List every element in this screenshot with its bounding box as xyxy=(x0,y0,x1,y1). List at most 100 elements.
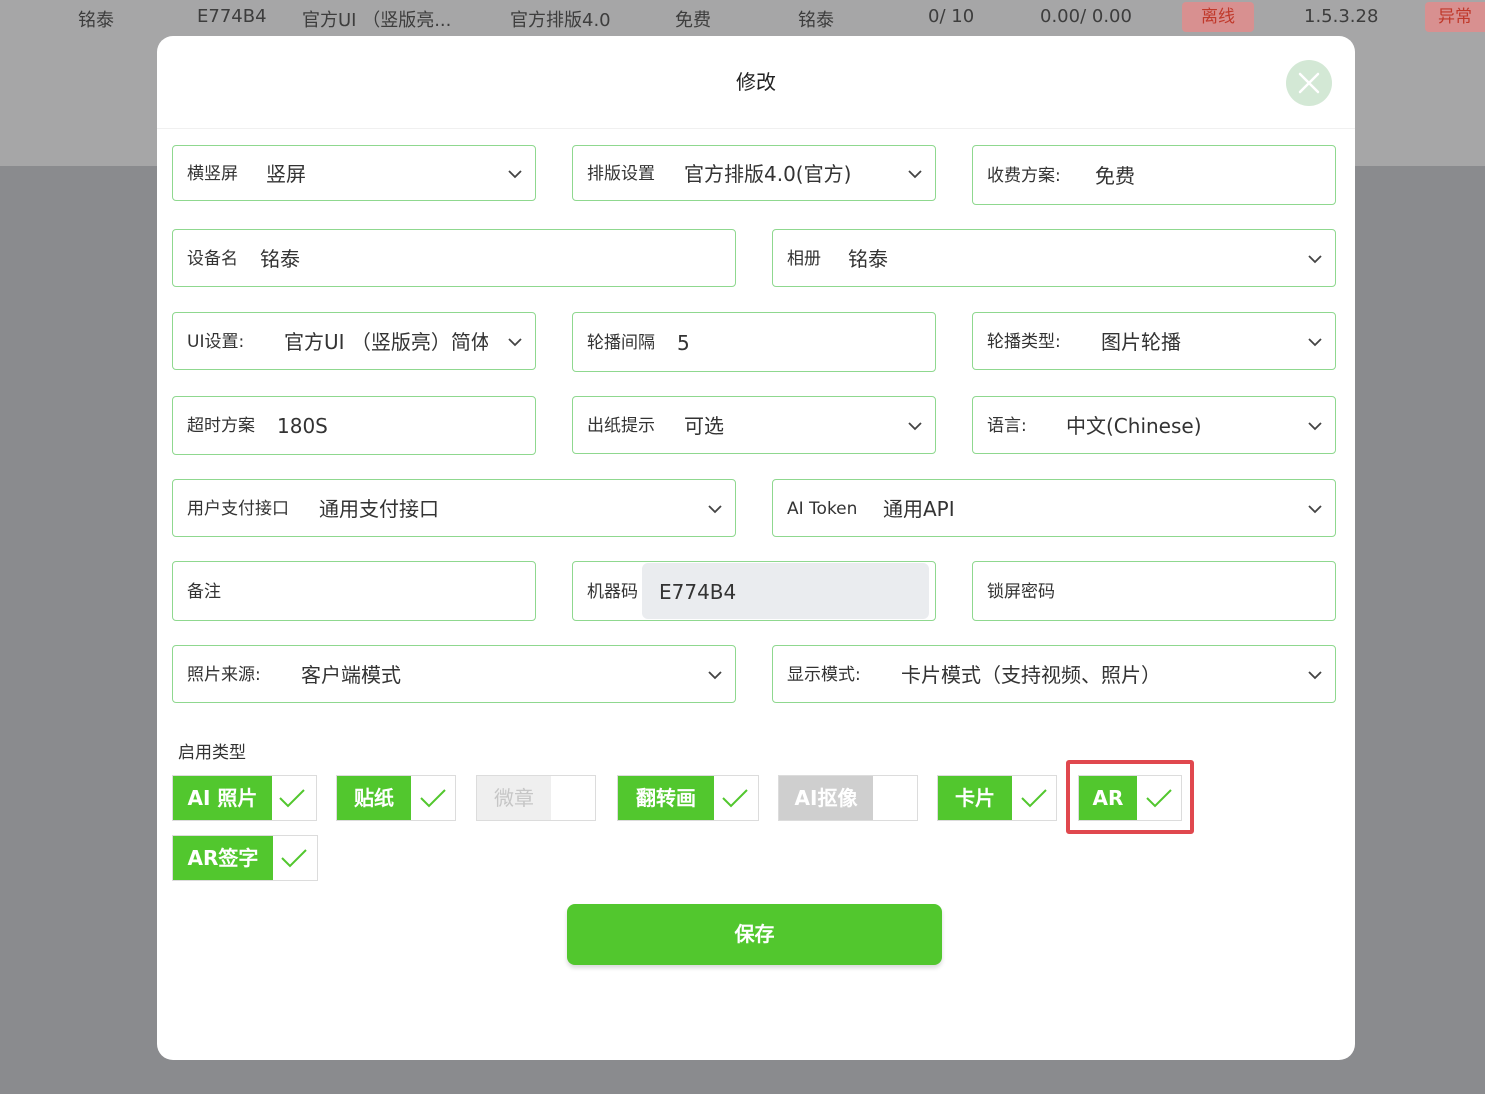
chevron-down-icon xyxy=(1308,255,1322,264)
orientation-select[interactable]: 横竖屏 竖屏 xyxy=(172,145,536,201)
field-label: 锁屏密码 xyxy=(987,582,1055,602)
field-value: 5 xyxy=(677,331,690,355)
chevron-down-icon xyxy=(1308,671,1322,680)
chevron-down-icon xyxy=(1308,422,1322,431)
paper-hint-select[interactable]: 出纸提示 可选 xyxy=(572,396,936,454)
field-value: 通用支付接口 xyxy=(319,497,439,521)
table-cell: 铭泰 xyxy=(78,10,114,31)
type-label: AI抠像 xyxy=(779,776,873,820)
chevron-down-icon xyxy=(1308,338,1322,347)
field-value: 图片轮播 xyxy=(1101,330,1181,354)
field-label: 排版设置 xyxy=(587,164,655,184)
ui-setting-select[interactable]: UI设置: 官方UI （竖版亮）简体 xyxy=(172,312,536,370)
field-value: 铭泰 xyxy=(848,247,888,271)
field-label: AI Token xyxy=(787,499,858,519)
layout-select[interactable]: 排版设置 官方排版4.0(官方) xyxy=(572,145,936,201)
highlight-box xyxy=(1066,760,1194,834)
close-icon xyxy=(1298,72,1320,94)
field-label: 横竖屏 xyxy=(187,164,238,184)
display-mode-select[interactable]: 显示模式: 卡片模式（支持视频、照片） xyxy=(772,645,1336,703)
carousel-type-select[interactable]: 轮播类型: 图片轮播 xyxy=(972,312,1336,370)
field-value: 官方UI （竖版亮）简体 xyxy=(284,330,488,354)
field-value: 铭泰 xyxy=(260,247,300,271)
save-button[interactable]: 保存 xyxy=(567,904,942,965)
field-label: 机器码 xyxy=(587,582,638,602)
field-value: 客户端模式 xyxy=(301,663,401,687)
table-row: 铭泰 E774B4 官方UI （竖版亮... 官方排版4.0 免费 铭泰 0/ … xyxy=(0,0,1485,36)
modal-title: 修改 xyxy=(736,70,776,94)
payment-select[interactable]: 用户支付接口 通用支付接口 xyxy=(172,479,736,537)
check-icon xyxy=(1021,789,1047,808)
field-value: 通用API xyxy=(883,497,955,521)
type-toggle-sticker[interactable]: 贴纸 xyxy=(336,775,456,821)
type-toggle-badge[interactable]: 微章 xyxy=(476,775,596,821)
chevron-down-icon xyxy=(908,170,922,179)
ai-token-select[interactable]: AI Token 通用API xyxy=(772,479,1336,537)
table-cell: E774B4 xyxy=(197,6,267,27)
type-label: 微章 xyxy=(477,776,551,820)
field-label: 显示模式: xyxy=(787,665,861,685)
field-value: 180S xyxy=(277,414,328,438)
type-toggle-ai-photo[interactable]: AI 照片 xyxy=(172,775,317,821)
field-label: 相册 xyxy=(787,249,821,269)
timeout-input[interactable]: 超时方案 180S xyxy=(172,396,536,455)
lock-password-input[interactable]: 锁屏密码 xyxy=(972,561,1336,621)
check-icon xyxy=(279,789,305,808)
field-label: 设备名 xyxy=(187,249,238,269)
field-value: 中文(Chinese) xyxy=(1066,414,1202,438)
field-value: 卡片模式（支持视频、照片） xyxy=(901,663,1161,687)
status-badge: 异常 xyxy=(1425,2,1485,32)
type-label: 翻转画 xyxy=(618,776,714,820)
field-label: 用户支付接口 xyxy=(187,499,289,519)
type-label: AR签字 xyxy=(173,836,273,880)
type-toggle-ai-matting[interactable]: AI抠像 xyxy=(778,775,918,821)
field-label: 语言: xyxy=(987,416,1027,436)
language-select[interactable]: 语言: 中文(Chinese) xyxy=(972,396,1336,454)
table-cell: 0/ 10 xyxy=(928,6,975,27)
table-cell: 铭泰 xyxy=(798,10,834,31)
status-badge: 离线 xyxy=(1182,2,1254,32)
chevron-down-icon xyxy=(508,338,522,347)
close-button[interactable] xyxy=(1286,60,1332,106)
chevron-down-icon xyxy=(708,505,722,514)
table-cell: 官方排版4.0 xyxy=(510,10,611,31)
field-label: 轮播类型: xyxy=(987,332,1061,352)
table-cell: 0.00/ 0.00 xyxy=(1040,6,1132,27)
type-toggle-ar-signature[interactable]: AR签字 xyxy=(172,835,318,881)
chevron-down-icon xyxy=(508,170,522,179)
field-value: E774B4 xyxy=(659,580,737,604)
chevron-down-icon xyxy=(708,671,722,680)
chevron-down-icon xyxy=(908,422,922,431)
table-cell: 官方UI （竖版亮... xyxy=(302,10,452,31)
type-toggle-card[interactable]: 卡片 xyxy=(937,775,1057,821)
field-label: UI设置: xyxy=(187,332,245,352)
field-value: 免费 xyxy=(1095,164,1135,188)
field-label: 出纸提示 xyxy=(587,416,655,436)
type-toggle-flip-picture[interactable]: 翻转画 xyxy=(617,775,759,821)
field-value: 官方排版4.0(官方) xyxy=(684,162,852,186)
enabled-types-label: 启用类型 xyxy=(178,743,246,763)
check-icon xyxy=(420,789,446,808)
album-select[interactable]: 相册 铭泰 xyxy=(772,229,1336,287)
field-label: 收费方案: xyxy=(987,166,1061,186)
divider xyxy=(157,128,1355,129)
type-label: 卡片 xyxy=(938,776,1012,820)
machine-code-field: 机器码 E774B4 xyxy=(572,561,936,621)
field-value: 可选 xyxy=(684,414,724,438)
device-name-input[interactable]: 设备名 铭泰 xyxy=(172,229,736,287)
photo-source-select[interactable]: 照片来源: 客户端模式 xyxy=(172,645,736,703)
field-label: 照片来源: xyxy=(187,665,261,685)
type-label: 贴纸 xyxy=(337,776,411,820)
check-icon xyxy=(281,849,307,868)
pricing-input[interactable]: 收费方案: 免费 xyxy=(972,145,1336,205)
remark-input[interactable]: 备注 xyxy=(172,561,536,621)
field-value: 竖屏 xyxy=(266,162,306,186)
check-icon xyxy=(722,789,748,808)
edit-modal: 修改 横竖屏 竖屏 排版设置 官方排版4.0(官方) 收费方案: 免费 设备名 … xyxy=(157,36,1355,1060)
type-label: AI 照片 xyxy=(173,776,272,820)
chevron-down-icon xyxy=(1308,505,1322,514)
carousel-interval-input[interactable]: 轮播间隔 5 xyxy=(572,312,936,372)
table-cell: 免费 xyxy=(675,10,711,31)
field-label: 轮播间隔 xyxy=(587,333,655,353)
table-cell: 1.5.3.28 xyxy=(1304,6,1379,27)
